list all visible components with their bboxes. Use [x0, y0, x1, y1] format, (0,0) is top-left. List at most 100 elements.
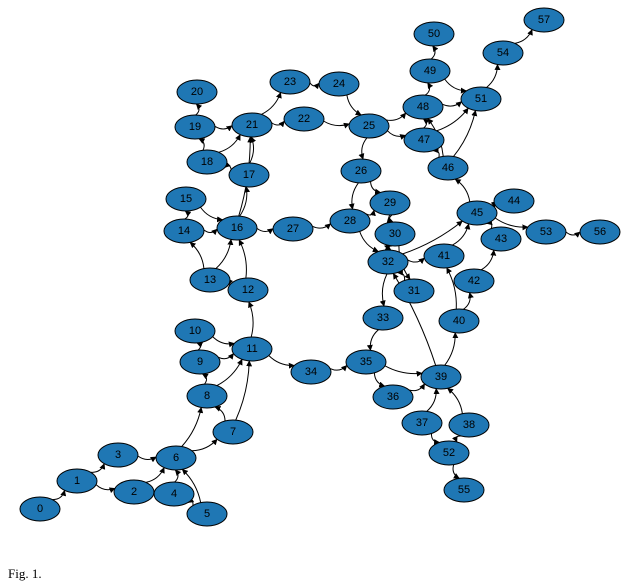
node-46: 46: [428, 156, 468, 180]
node-21: 21: [232, 113, 272, 137]
node-ellipse-52: [429, 441, 469, 465]
node-ellipse-31: [394, 279, 434, 303]
edge-34-35: [330, 365, 347, 370]
node-44: 44: [494, 189, 534, 213]
node-30: 30: [375, 222, 415, 246]
node-ellipse-46: [428, 156, 468, 180]
node-22: 22: [284, 107, 324, 131]
edge-10-11: [213, 337, 235, 344]
edge-14-15: [185, 211, 188, 219]
node-ellipse-22: [284, 107, 324, 131]
node-ellipse-17: [229, 163, 269, 187]
node-19: 19: [175, 115, 215, 139]
node-ellipse-39: [421, 365, 461, 389]
edge-21-22: [272, 121, 285, 125]
node-56: 56: [580, 220, 620, 244]
edge-39-40: [445, 333, 455, 365]
edge-51-54: [487, 65, 498, 88]
node-50: 50: [414, 22, 454, 46]
node-ellipse-25: [349, 114, 389, 138]
node-10: 10: [175, 319, 215, 343]
node-53: 53: [526, 220, 566, 244]
node-ellipse-20: [177, 80, 217, 104]
node-ellipse-51: [461, 87, 501, 111]
node-32: 32: [368, 250, 408, 274]
node-ellipse-16: [217, 216, 257, 240]
node-31: 31: [394, 279, 434, 303]
node-9: 9: [180, 350, 220, 374]
edge-19-21: [215, 126, 232, 129]
node-ellipse-40: [439, 309, 479, 333]
node-0: 0: [20, 497, 60, 521]
edge-49-51: [445, 79, 466, 91]
node-ellipse-35: [346, 350, 386, 374]
edge-38-39: [448, 388, 463, 413]
edge-7-8: [215, 407, 225, 421]
edge-19-20: [196, 104, 199, 115]
node-18: 18: [187, 150, 227, 174]
node-ellipse-15: [166, 187, 206, 211]
node-ellipse-28: [330, 209, 370, 233]
edge-45-46: [455, 179, 470, 202]
node-ellipse-49: [410, 59, 450, 83]
node-15: 15: [166, 187, 206, 211]
edge-35-39: [385, 366, 422, 374]
edge-11-12: [249, 302, 253, 337]
node-ellipse-53: [526, 220, 566, 244]
node-3: 3: [98, 443, 138, 467]
edge-32-41: [408, 258, 425, 262]
node-ellipse-23: [270, 70, 310, 94]
node-ellipse-42: [454, 269, 494, 293]
node-ellipse-45: [457, 201, 497, 225]
node-ellipse-12: [228, 278, 268, 302]
edge-53-56: [566, 232, 580, 235]
node-ellipse-0: [20, 497, 60, 521]
edge-29-30: [390, 215, 394, 222]
edge-48-51: [442, 102, 461, 106]
node-ellipse-47: [404, 128, 444, 152]
node-6: 6: [156, 446, 196, 470]
edge-25-48: [386, 113, 405, 120]
edge-22-25: [324, 121, 350, 126]
node-23: 23: [270, 70, 310, 94]
edge-42-43: [481, 250, 494, 270]
node-40: 40: [439, 309, 479, 333]
node-20: 20: [177, 80, 217, 104]
node-ellipse-41: [424, 244, 464, 268]
node-37: 37: [402, 411, 442, 435]
edge-18-21: [219, 135, 240, 153]
node-11: 11: [232, 337, 272, 361]
node-ellipse-2: [114, 480, 154, 504]
edge-13-16: [216, 239, 231, 268]
edge-7-11: [236, 361, 250, 420]
node-ellipse-26: [341, 159, 381, 183]
edge-35-36: [374, 373, 384, 386]
node-27: 27: [273, 217, 313, 241]
node-ellipse-8: [187, 384, 227, 408]
node-ellipse-37: [402, 411, 442, 435]
node-ellipse-43: [481, 227, 521, 251]
node-33: 33: [363, 306, 403, 330]
node-ellipse-44: [494, 189, 534, 213]
node-52: 52: [429, 441, 469, 465]
edge-14-16: [204, 229, 217, 232]
edge-2-6: [146, 468, 164, 483]
node-57: 57: [524, 8, 564, 32]
edge-40-41: [447, 268, 457, 309]
edge-1-2: [96, 485, 115, 490]
edge-36-39: [409, 384, 424, 391]
edge-18-19: [199, 139, 204, 150]
node-48: 48: [403, 95, 443, 119]
node-ellipse-4: [154, 482, 194, 506]
node-2: 2: [114, 480, 154, 504]
edge-54-57: [515, 30, 532, 44]
edge-38-52: [456, 436, 461, 442]
edge-27-28: [312, 224, 330, 228]
edge-0-1: [52, 490, 64, 499]
node-29: 29: [370, 191, 410, 215]
edge-12-16: [239, 240, 246, 278]
node-ellipse-5: [187, 502, 227, 526]
edge-30-32: [389, 246, 392, 250]
node-ellipse-13: [190, 268, 230, 292]
edge-32-33: [382, 274, 387, 306]
